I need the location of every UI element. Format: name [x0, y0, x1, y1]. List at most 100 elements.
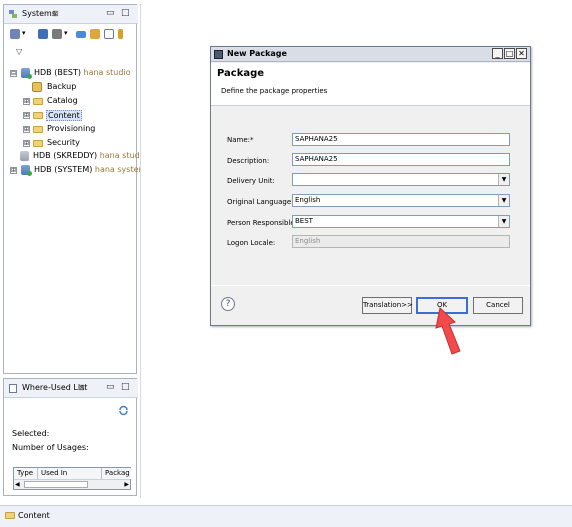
folder-icon [33, 126, 43, 133]
dialog-titlebar[interactable]: New Package _ □ ✕ [211, 47, 530, 62]
expand-icon[interactable]: ⊞ [10, 167, 17, 174]
chevron-down-icon[interactable]: ▼ [498, 195, 509, 206]
original-language-label: Original Language: [227, 198, 294, 206]
minimize-button[interactable]: _ [492, 48, 503, 59]
translation-button[interactable]: Translation>> [362, 297, 413, 314]
tree-item-hdb-system[interactable]: ⊞ HDB (SYSTEM) hana system [10, 165, 146, 177]
cancel-button[interactable]: Cancel [473, 297, 523, 314]
expand-icon[interactable]: ⊞ [23, 112, 30, 119]
backup-icon [32, 82, 42, 92]
tools-icon[interactable] [52, 29, 62, 39]
tools-dropdown-icon[interactable]: ▾ [64, 29, 68, 37]
expand-icon[interactable]: ⊞ [23, 140, 30, 147]
refresh-icon[interactable] [118, 405, 129, 416]
delivery-unit-select[interactable]: ▼ [292, 173, 510, 186]
new-package-dialog: New Package _ □ ✕ Package Define the pac… [210, 46, 531, 326]
systems-view-close-icon[interactable]: ⊠ [52, 9, 59, 18]
help-icon[interactable]: ? [221, 297, 235, 311]
dialog-title: New Package [227, 49, 287, 58]
pointer-arrow-icon [432, 306, 464, 360]
where-used-close-icon[interactable]: ⊠ [78, 383, 85, 392]
where-used-table[interactable]: Type Used In Packag ◀ ▶ [13, 467, 131, 490]
tree-item-backup[interactable]: Backup [32, 82, 132, 94]
status-bar: Content [0, 505, 572, 527]
where-used-maximize-icon[interactable]: □ [121, 382, 130, 392]
sql-console-icon[interactable] [38, 29, 48, 39]
tree-item-label: Content [46, 110, 82, 121]
tree-item-label: Catalog [47, 96, 78, 105]
systems-view-maximize-icon[interactable]: □ [121, 8, 130, 18]
where-used-view: Where-Used List ⊠ ▭ □ Selected: Number o… [3, 378, 138, 496]
status-ok-icon [27, 74, 32, 79]
folder-icon [33, 140, 43, 147]
folder-icon [33, 112, 43, 119]
tree-item-label: Backup [47, 82, 77, 91]
column-header-type[interactable]: Type [14, 468, 38, 479]
systems-view-minimize-icon[interactable]: ▭ [106, 8, 115, 18]
tree-item-content[interactable]: ⊞ Content [23, 110, 133, 122]
expand-icon[interactable]: ⊞ [23, 126, 30, 133]
collapse-all-icon[interactable] [104, 29, 114, 39]
scrollbar-thumb[interactable] [24, 481, 88, 488]
expand-icon[interactable]: ⊞ [23, 98, 30, 105]
systems-view-tab[interactable]: Systems ⊠ ▭ □ [4, 5, 138, 24]
name-label: Name:* [227, 136, 254, 144]
tree-item-security[interactable]: ⊞ Security [23, 138, 133, 150]
dialog-app-icon [214, 50, 223, 59]
dialog-separator [211, 285, 530, 286]
delivery-unit-label: Delivery Unit: [227, 177, 275, 185]
folder-icon [33, 98, 43, 105]
folder-icon [5, 512, 15, 519]
scroll-left-icon[interactable]: ◀ [15, 481, 20, 488]
person-responsible-value: BEST [295, 217, 313, 225]
description-label: Description: [227, 157, 270, 165]
where-used-icon [9, 384, 17, 393]
column-header-used-in[interactable]: Used In [38, 468, 102, 479]
dialog-header-title: Package [217, 68, 265, 79]
link-icon[interactable] [76, 31, 86, 38]
tree-item-label: HDB (SKREDDY) hana studio [33, 151, 147, 160]
original-language-select[interactable]: English ▼ [292, 194, 510, 207]
database-icon [20, 151, 29, 161]
person-responsible-label: Person Responsible: [227, 219, 298, 227]
close-button[interactable]: ✕ [516, 48, 527, 59]
description-input[interactable]: SAPHANA25 [292, 153, 510, 166]
filter-icon[interactable] [118, 29, 123, 39]
column-header-package[interactable]: Packag [102, 468, 131, 479]
horizontal-scrollbar[interactable]: ◀ ▶ [14, 479, 130, 489]
tree-item-label: HDB (BEST) hana studio [34, 68, 131, 77]
dropdown-icon[interactable]: ▾ [22, 29, 26, 37]
person-responsible-select[interactable]: BEST ▼ [292, 215, 510, 228]
tree-item-hdb-skreddy[interactable]: HDB (SKREDDY) hana studio [20, 151, 147, 163]
name-input[interactable]: SAPHANA25 [292, 133, 510, 146]
selected-label: Selected: [12, 429, 50, 438]
tree-item-label: Provisioning [47, 124, 96, 133]
tree-item-hdb-best[interactable]: ⊟ HDB (BEST) hana studio [10, 68, 138, 80]
systems-view-title: Systems [22, 9, 56, 18]
tree-item-label: Security [47, 138, 80, 147]
chevron-down-icon[interactable]: ▼ [498, 216, 509, 227]
tree-item-catalog[interactable]: ⊞ Catalog [23, 96, 133, 108]
scroll-right-icon[interactable]: ▶ [124, 481, 129, 488]
tree-item-label: HDB (SYSTEM) hana system [34, 165, 147, 174]
tree-item-provisioning[interactable]: ⊞ Provisioning [23, 124, 133, 136]
systems-view-icon [8, 9, 18, 19]
systems-toolbar: ▾ ▾ [8, 29, 136, 43]
view-menu-icon[interactable]: ▽ [16, 47, 22, 56]
logon-locale-field: English [292, 235, 510, 248]
number-of-usages-label: Number of Usages: [12, 443, 89, 452]
where-used-minimize-icon[interactable]: ▭ [106, 382, 115, 392]
add-system-icon[interactable] [10, 29, 20, 39]
chevron-down-icon[interactable]: ▼ [498, 174, 509, 185]
systems-view: Systems ⊠ ▭ □ ▾ ▾ ▽ ⊟ HDB (BEST) hana st… [3, 4, 147, 374]
dialog-header: Package Define the package properties [211, 63, 530, 106]
original-language-value: English [295, 196, 321, 204]
dialog-header-subtitle: Define the package properties [221, 87, 328, 95]
logon-locale-label: Logon Locale: [227, 239, 276, 247]
status-text: Content [18, 511, 50, 520]
package-icon[interactable] [90, 29, 100, 39]
where-used-view-tab[interactable]: Where-Used List ⊠ ▭ □ [4, 379, 138, 398]
collapse-icon[interactable]: ⊟ [10, 70, 17, 77]
maximize-button[interactable]: □ [504, 48, 515, 59]
status-ok-icon [27, 171, 32, 176]
